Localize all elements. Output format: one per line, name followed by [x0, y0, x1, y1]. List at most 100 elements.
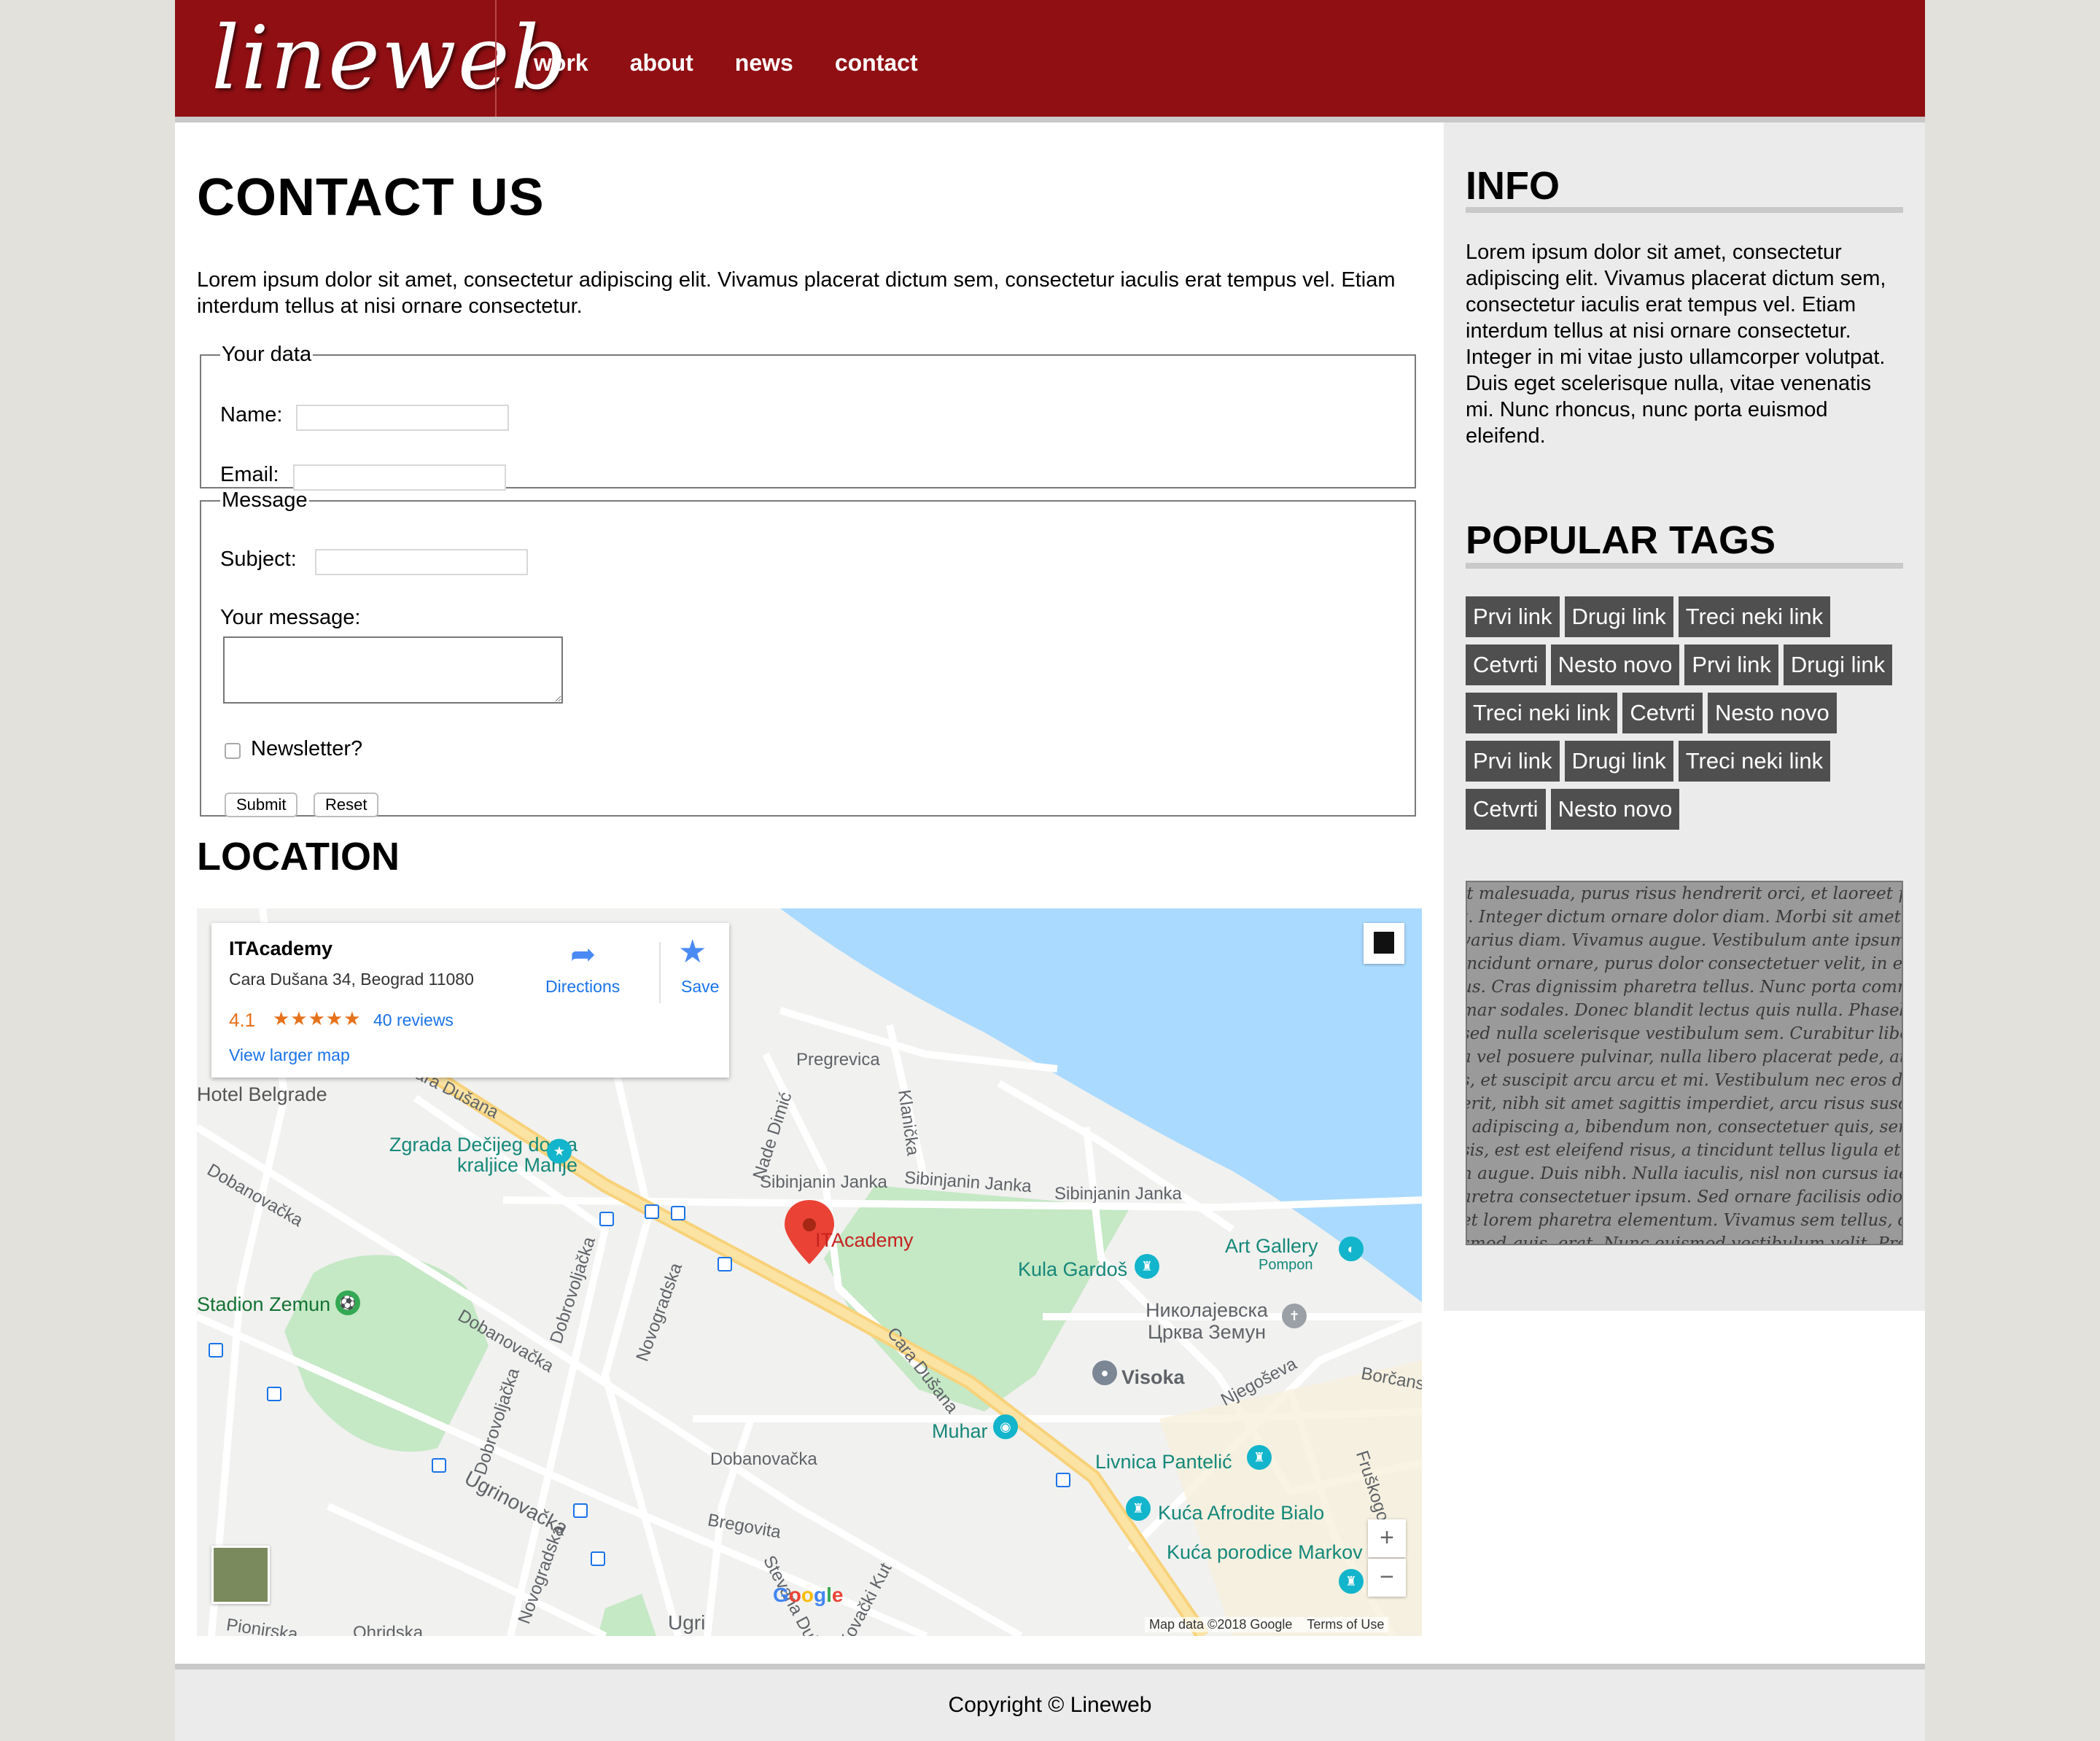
- tower-icon: ♜: [1135, 1254, 1159, 1279]
- zoom-in-button[interactable]: +: [1368, 1519, 1406, 1557]
- header-divider: [175, 117, 1925, 122]
- info-title: INFO: [1466, 164, 1560, 208]
- map-attribution: Map data ©2018 Google Terms of Use: [1145, 1617, 1389, 1632]
- tags-title-rule: [1466, 563, 1903, 569]
- tag-link[interactable]: Treci neki link: [1466, 693, 1618, 733]
- bus-stop-icon: [432, 1458, 446, 1473]
- tag-link[interactable]: Drugi link: [1783, 644, 1893, 685]
- satellite-toggle[interactable]: [211, 1546, 270, 1604]
- bus-stop-icon: [645, 1204, 659, 1219]
- tag-link[interactable]: Nesto novo: [1550, 789, 1680, 830]
- nav-contact[interactable]: contact: [835, 41, 918, 85]
- poi-gallery[interactable]: Art Gallery: [1225, 1235, 1318, 1258]
- google-map[interactable]: Pregrevica Cara Dušana Cara Dušana Nade …: [197, 908, 1422, 1636]
- palette-icon: ◐: [1339, 1236, 1364, 1261]
- script-line: s, et suscipit arcu arcu et mi. Vestibul…: [1467, 1071, 1903, 1090]
- tag-link[interactable]: Cetvrti: [1622, 693, 1703, 733]
- poi-porodice[interactable]: Kuća porodice Markov: [1167, 1541, 1363, 1564]
- directions-icon[interactable]: ➦: [570, 936, 596, 972]
- message-fieldset: Message Subject: Your message: Newslette…: [200, 488, 1416, 817]
- poi-kula[interactable]: Kula Gardoš: [1018, 1258, 1127, 1281]
- save-link[interactable]: Save: [681, 977, 719, 997]
- submit-button[interactable]: Submit: [225, 792, 298, 817]
- poi-stadion[interactable]: Stadion Zemun: [197, 1293, 330, 1316]
- script-line: smod quis, erat. Nunc euismod vestibulum…: [1466, 1234, 1902, 1245]
- message-textarea[interactable]: [223, 636, 563, 704]
- script-line: mar sodales. Donec blandit lectus quis n…: [1467, 1001, 1903, 1020]
- your-data-legend: Your data: [222, 343, 312, 366]
- place-address: Cara Dušana 34, Beograd 11080: [229, 970, 474, 989]
- tag-link[interactable]: Drugi link: [1564, 596, 1673, 637]
- your-data-fieldset: Your data Name: Email:: [200, 343, 1416, 491]
- nav-about[interactable]: about: [630, 41, 693, 85]
- poi-muhar[interactable]: Muhar: [932, 1420, 988, 1443]
- newsletter-label: Newsletter?: [251, 737, 363, 760]
- reset-button[interactable]: Reset: [314, 792, 379, 817]
- bus-stop-icon: [591, 1551, 605, 1566]
- script-line: sis, est est eleifend risus, a tincidunt…: [1467, 1141, 1902, 1160]
- google-logo: Google: [773, 1584, 844, 1606]
- logo-divider: [495, 0, 497, 117]
- script-line: varius diam. Vivamus augue. Vestibulum a…: [1466, 931, 1903, 950]
- newsletter-checkbox[interactable]: [225, 743, 241, 759]
- bus-stop-icon: [718, 1257, 732, 1271]
- poi-visoka[interactable]: Visoka: [1121, 1366, 1185, 1389]
- map-pin-icon: ●: [1092, 1360, 1117, 1385]
- fullscreen-icon[interactable]: [1364, 923, 1404, 964]
- tag-link[interactable]: Drugi link: [1564, 741, 1673, 782]
- page-title: CONTACT US: [197, 168, 545, 227]
- bus-stop-icon: [267, 1387, 281, 1401]
- zoom-out-button[interactable]: −: [1368, 1559, 1406, 1597]
- location-title: LOCATION: [197, 835, 400, 879]
- site-logo[interactable]: lineweb: [211, 4, 567, 114]
- bus-stop-icon: [1056, 1473, 1070, 1487]
- tag-link[interactable]: Cetvrti: [1466, 644, 1546, 685]
- intro-text: Lorem ipsum dolor sit amet, consectetur …: [197, 268, 1396, 318]
- street-label: Sibinjanin Janka: [1054, 1184, 1182, 1204]
- poi-church[interactable]: Николајевска Црква Земун: [1145, 1299, 1269, 1343]
- tag-link[interactable]: Prvi link: [1466, 596, 1560, 637]
- view-larger-map-link[interactable]: View larger map: [229, 1045, 350, 1065]
- place-rating: 4.1: [229, 1009, 256, 1031]
- subject-label: Subject:: [220, 548, 297, 571]
- name-field[interactable]: [296, 405, 509, 431]
- terms-link[interactable]: Terms of Use: [1307, 1617, 1384, 1632]
- nav-work[interactable]: work: [534, 41, 588, 85]
- reviews-link[interactable]: 40 reviews: [373, 1010, 454, 1030]
- main-nav: work about news contact: [534, 41, 960, 85]
- tag-link[interactable]: Prvi link: [1684, 644, 1778, 685]
- nav-news[interactable]: news: [735, 41, 793, 85]
- tag-link[interactable]: Treci neki link: [1678, 741, 1831, 782]
- place-name: ITAcademy: [229, 938, 333, 959]
- marker-label[interactable]: ITAcademy: [815, 1229, 914, 1252]
- script-line: , adipiscing a, bibendum non, consectetu…: [1467, 1118, 1902, 1137]
- tag-link[interactable]: Treci neki link: [1678, 596, 1831, 637]
- directions-link[interactable]: Directions: [545, 977, 620, 997]
- bus-stop-icon: [573, 1503, 588, 1518]
- script-line: et lorem pharetra elementum. Vivamus sem…: [1467, 1211, 1902, 1230]
- script-line: sed nulla scelerisque vestibulum sem. Cu…: [1467, 1024, 1902, 1043]
- poi-livnica[interactable]: Livnica Pantelić: [1095, 1451, 1232, 1473]
- email-field[interactable]: [293, 464, 506, 491]
- street-label: Dobanovačka: [710, 1449, 817, 1469]
- street-label: Ugri: [668, 1611, 706, 1634]
- poi-afrodite[interactable]: Kuća Afrodite Bialo: [1158, 1502, 1324, 1524]
- message-legend: Message: [222, 488, 308, 512]
- poi-zgrada[interactable]: Zgrada Dečijeg doma kraljice Marije: [359, 1134, 578, 1175]
- tag-link[interactable]: Cetvrti: [1466, 789, 1546, 830]
- site-header: lineweb work about news contact: [175, 0, 1925, 117]
- poi-hotel-belgrade[interactable]: Hotel Belgrade: [197, 1083, 327, 1106]
- subject-field[interactable]: [315, 549, 528, 575]
- star-icon[interactable]: ★: [678, 933, 707, 970]
- landmark-icon: ♜: [1126, 1496, 1151, 1521]
- tag-link[interactable]: Prvi link: [1466, 741, 1560, 782]
- bus-stop-icon: [671, 1206, 685, 1220]
- bus-stop-icon: [209, 1343, 223, 1358]
- name-label: Name:: [220, 403, 283, 427]
- tag-link[interactable]: Nesto novo: [1550, 644, 1680, 685]
- street-label: Pregrevica: [796, 1050, 880, 1070]
- tag-link[interactable]: Nesto novo: [1707, 693, 1837, 733]
- calligraphy-image: it malesuada, purus risus hendrerit orci…: [1466, 881, 1903, 1245]
- street-label: Sibinjanin Janka: [760, 1172, 887, 1192]
- script-line: it malesuada, purus risus hendrerit orci…: [1466, 884, 1902, 903]
